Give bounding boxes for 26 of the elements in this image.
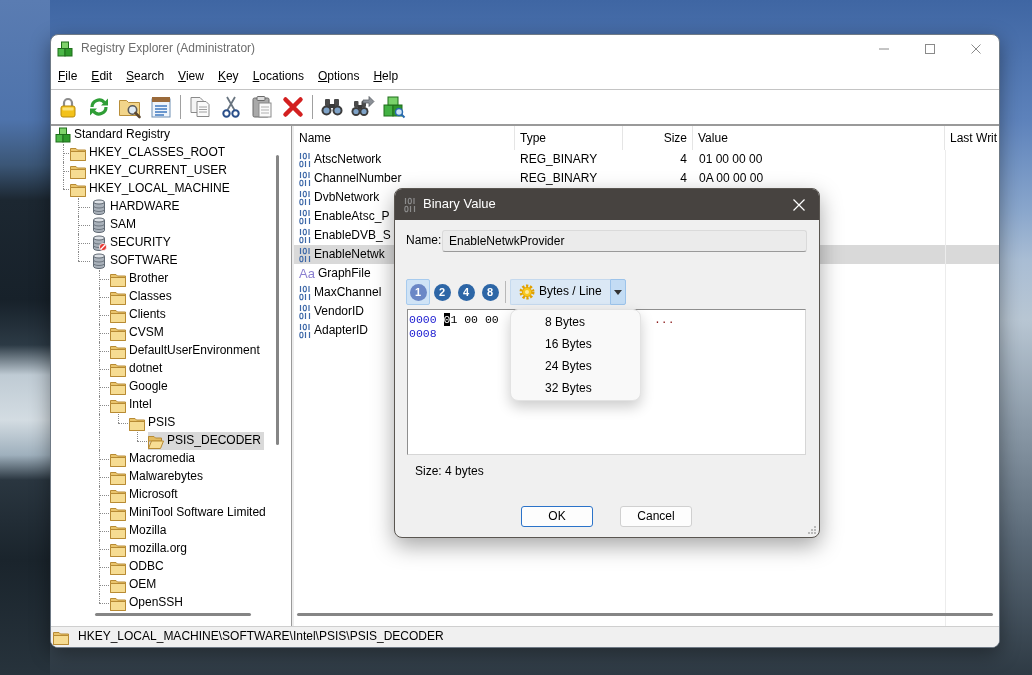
hex-bytes: 01 00 00: [443, 313, 499, 327]
value-name: GraphFile: [317, 265, 371, 282]
value-name: EnableDVB_S: [314, 227, 391, 244]
table-cell: REG_BINARY: [520, 170, 598, 185]
value-name: EnableAtsc_P: [314, 208, 390, 225]
value-name: EnableNetwk: [314, 246, 385, 263]
table-cell: 01 00 00 00: [699, 151, 763, 166]
status-path: HKEY_LOCAL_MACHINE\SOFTWARE\Intel\PSIS\PSIS_DECODER: [78, 629, 444, 645]
value-name: AdapterID: [314, 322, 369, 339]
hex-offset: 0000: [409, 313, 437, 327]
dialog-title: Binary Value: [423, 196, 497, 213]
table-cell: 4: [680, 151, 687, 166]
size-label: Size: 4 bytes: [414, 464, 484, 478]
hex-ascii: ...: [653, 313, 675, 327]
field-label: Name:: [406, 233, 442, 249]
window-title: Registry Explorer (Administrator): [81, 41, 257, 57]
value-name: DvbNetwork: [314, 189, 380, 206]
table-cell: 0A 00 00 00: [699, 170, 764, 185]
value-name: MaxChannel: [314, 284, 382, 301]
text-value-glyph: Aa: [299, 265, 315, 282]
table-cell: REG_BINARY: [520, 151, 598, 166]
hex-offset: 0008: [409, 327, 437, 341]
value-name: AtscNetwork: [314, 151, 382, 168]
value-name: ChannelNumber: [314, 170, 402, 187]
table-cell: 4: [680, 170, 687, 185]
value-name: VendorID: [314, 303, 365, 320]
